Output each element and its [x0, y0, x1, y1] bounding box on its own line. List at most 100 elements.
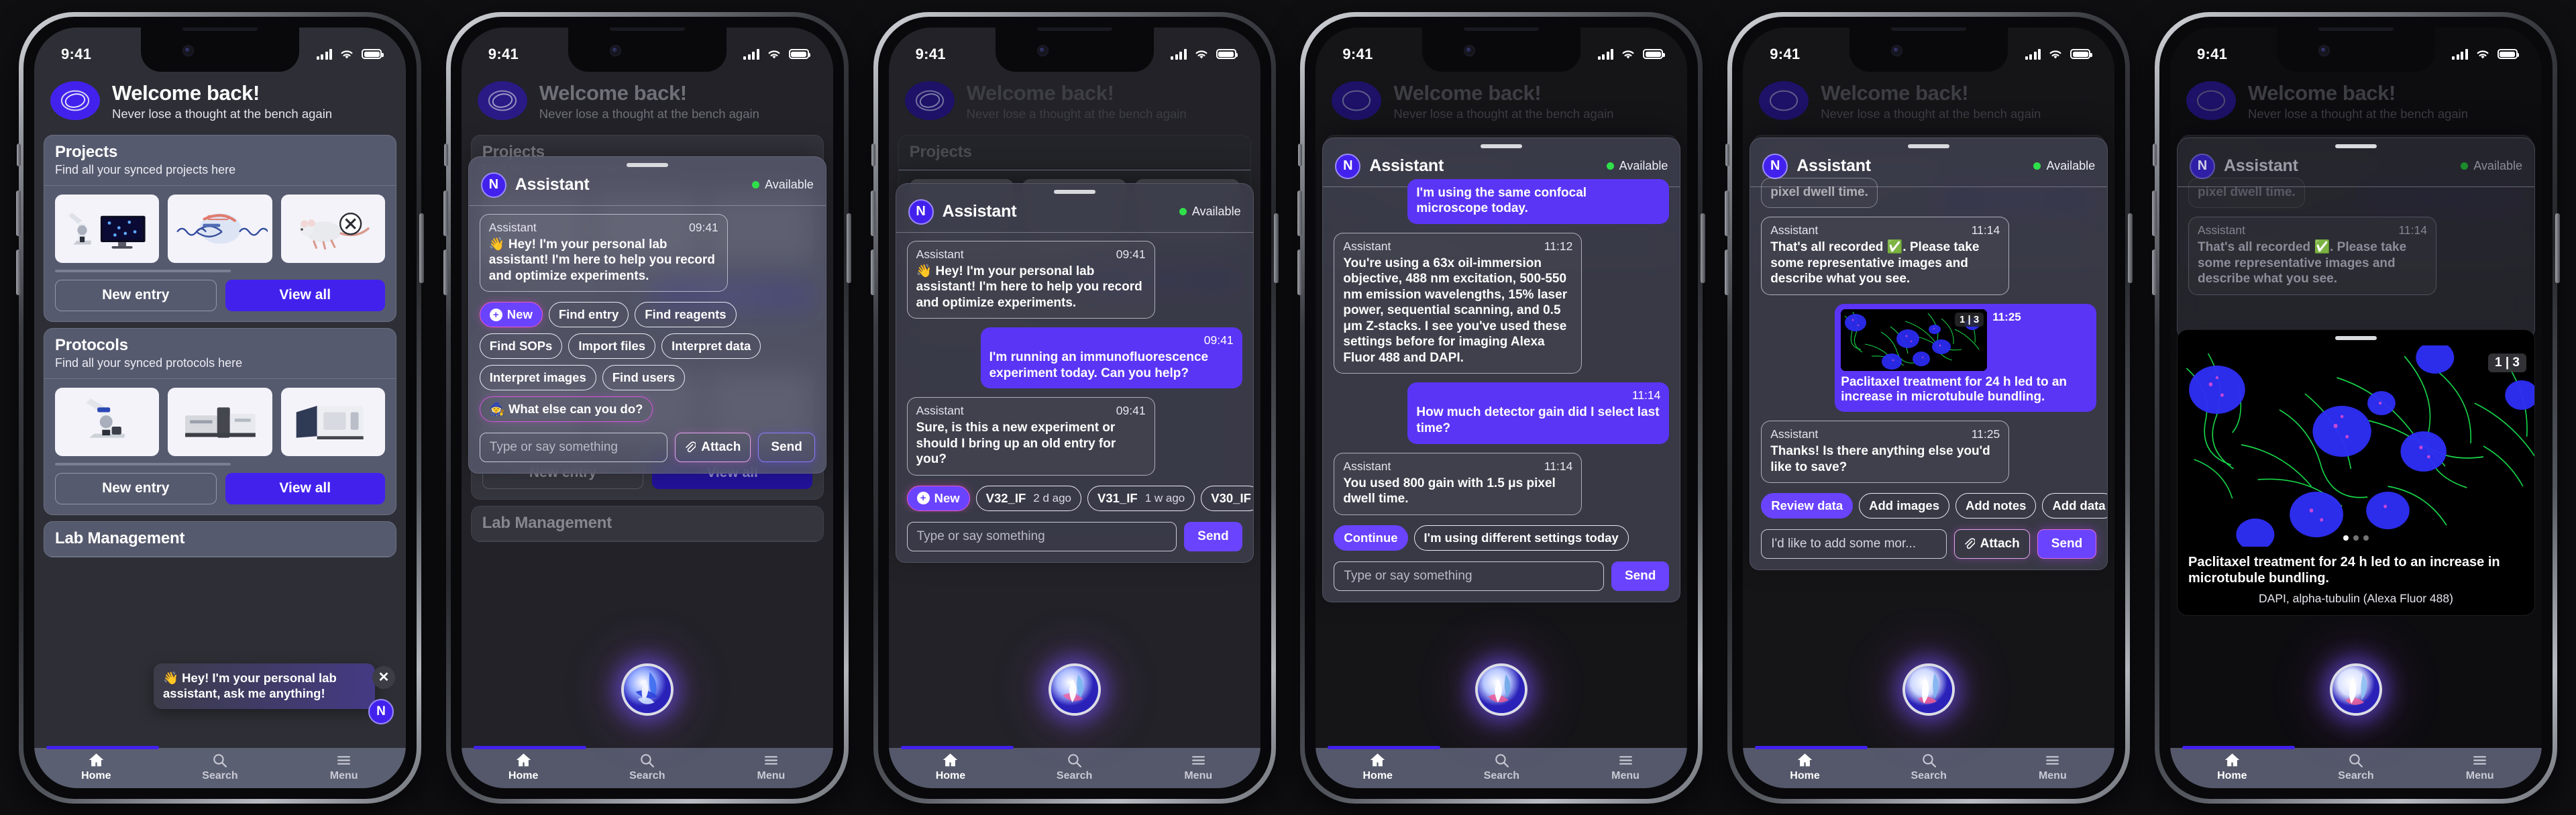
volume-up-button[interactable] — [870, 190, 875, 236]
microscopy-image-thumb[interactable]: 1 | 3 — [1841, 309, 1988, 371]
protocols-new-entry-button[interactable]: New entry — [55, 472, 217, 504]
volume-down-button[interactable] — [16, 249, 21, 295]
tab-home[interactable]: Home — [1743, 752, 1866, 782]
chip-interpret-data[interactable]: Interpret data — [661, 333, 761, 360]
flow-cytometer-thumb[interactable] — [168, 387, 272, 456]
power-button[interactable] — [2128, 213, 2133, 283]
volume-down-button[interactable] — [1297, 249, 1303, 295]
message-bubble-user-image[interactable]: 1 | 3 11:25 Paclitaxel treatment for 24 … — [1835, 303, 2097, 413]
send-button[interactable]: Send — [2037, 529, 2097, 559]
tab-search[interactable]: Search — [159, 752, 282, 782]
close-icon[interactable]: ✕ — [372, 665, 395, 689]
power-button[interactable] — [1701, 213, 1706, 283]
chip-what-else-can-you-do[interactable]: 🧙 What else can you do? — [479, 396, 653, 423]
tab-home[interactable]: Home — [35, 752, 158, 782]
siri-orb-button[interactable] — [1902, 663, 1955, 716]
chip-interpret-images[interactable]: Interpret images — [479, 365, 596, 391]
chip-entry-v30-if[interactable]: V30_IF — [1201, 485, 1253, 511]
tab-search[interactable]: Search — [2295, 752, 2418, 782]
tab-menu[interactable]: Menu — [282, 752, 405, 782]
image-pagination-dots[interactable] — [2343, 535, 2369, 541]
power-button[interactable] — [1273, 213, 1279, 283]
power-button[interactable] — [419, 213, 424, 283]
projects-view-all-button[interactable]: View all — [225, 279, 385, 311]
tab-home[interactable]: Home — [890, 752, 1012, 782]
chip-different-settings[interactable]: I'm using different settings today — [1413, 525, 1629, 551]
chip-review-data[interactable]: Review data — [1761, 493, 1854, 519]
chip-find-entry[interactable]: Find entry — [548, 302, 629, 328]
chip-add-data[interactable]: Add data — [2042, 493, 2108, 519]
projects-new-entry-button[interactable]: New entry — [55, 279, 217, 311]
power-button[interactable] — [846, 213, 851, 283]
volume-down-button[interactable] — [1725, 249, 1730, 295]
chip-entry-v31-if[interactable]: V31_IF 1 w ago — [1087, 485, 1195, 511]
tab-search[interactable]: Search — [1013, 752, 1136, 782]
volume-down-button[interactable] — [2151, 249, 2157, 295]
dna-plasmid-thumb[interactable] — [168, 194, 272, 263]
volume-up-button[interactable] — [2151, 190, 2157, 236]
confocal-microscope-thumb[interactable] — [55, 387, 160, 456]
volume-down-button[interactable] — [443, 249, 448, 295]
volume-up-button[interactable] — [443, 190, 448, 236]
microscopy-image-full[interactable]: 1 | 3 — [2177, 345, 2534, 547]
tab-search[interactable]: Search — [1868, 752, 1990, 782]
mute-switch[interactable] — [2152, 143, 2157, 166]
siri-orb-button[interactable] — [1475, 663, 1528, 716]
chip-continue[interactable]: Continue — [1334, 525, 1408, 551]
chip-entry-v32-if[interactable]: V32_IF 2 d ago — [975, 485, 1082, 511]
assistant-avatar[interactable]: N — [368, 698, 394, 724]
tab-menu[interactable]: Menu — [1137, 752, 1260, 782]
microscope-workstation-thumb[interactable] — [55, 194, 160, 263]
sheet-drag-handle[interactable] — [2334, 144, 2377, 148]
app-header: Welcome back! Never lose a thought at th… — [34, 72, 406, 129]
mute-switch[interactable] — [1725, 143, 1730, 166]
siri-orb-button[interactable] — [1048, 663, 1101, 716]
chip-import-files[interactable]: Import files — [568, 333, 656, 360]
send-button[interactable]: Send — [1611, 561, 1670, 591]
assistant-toast[interactable]: 👋 Hey! I'm your personal lab assistant, … — [154, 663, 375, 709]
siri-orb-button[interactable] — [2329, 663, 2382, 716]
sheet-drag-handle[interactable] — [1481, 144, 1523, 148]
tab-home[interactable]: Home — [2171, 752, 2294, 782]
mute-switch[interactable] — [1298, 143, 1303, 166]
siri-orb-button[interactable] — [621, 663, 674, 716]
sheet-drag-handle[interactable] — [1053, 189, 1095, 194]
chip-add-notes[interactable]: Add notes — [1955, 493, 2037, 519]
chip-find-reagents[interactable]: Find reagents — [635, 302, 737, 328]
sheet-drag-handle[interactable] — [1908, 144, 1950, 148]
attach-button[interactable]: Attach — [1953, 529, 2030, 559]
tab-menu[interactable]: Menu — [2418, 752, 2541, 782]
mute-switch[interactable] — [871, 143, 875, 166]
sheet-drag-handle[interactable] — [626, 162, 668, 167]
mute-switch[interactable] — [17, 143, 21, 166]
tab-menu[interactable]: Menu — [710, 752, 833, 782]
message-input[interactable]: I'd like to add some mor... — [1761, 529, 1947, 559]
protocols-view-all-button[interactable]: View all — [225, 472, 385, 504]
tab-search[interactable]: Search — [1440, 752, 1563, 782]
tab-menu[interactable]: Menu — [1991, 752, 2114, 782]
send-button[interactable]: Send — [1184, 521, 1242, 551]
chip-find-users[interactable]: Find users — [602, 365, 686, 391]
tab-search[interactable]: Search — [586, 752, 708, 782]
tab-menu[interactable]: Menu — [1564, 752, 1687, 782]
tab-home[interactable]: Home — [1316, 752, 1439, 782]
attach-button[interactable]: Attach — [675, 433, 751, 463]
sequencer-thumb[interactable] — [280, 387, 385, 456]
chip-add-images[interactable]: Add images — [1859, 493, 1949, 519]
mouse-knockout-thumb[interactable] — [280, 194, 385, 263]
volume-up-button[interactable] — [1297, 190, 1303, 236]
volume-up-button[interactable] — [16, 190, 21, 236]
volume-up-button[interactable] — [1725, 190, 1730, 236]
chip-new[interactable]: + New — [479, 302, 543, 328]
chip-new[interactable]: + New — [906, 485, 970, 511]
message-input[interactable]: Type or say something — [479, 433, 668, 463]
tab-home[interactable]: Home — [462, 752, 585, 782]
volume-down-button[interactable] — [870, 249, 875, 295]
power-button[interactable] — [2555, 213, 2560, 283]
mute-switch[interactable] — [443, 143, 448, 166]
message-input[interactable]: Type or say something — [906, 521, 1177, 551]
message-input[interactable]: Type or say something — [1334, 561, 1604, 591]
chip-find-sops[interactable]: Find SOPs — [479, 333, 563, 360]
send-button[interactable]: Send — [758, 433, 815, 463]
viewer-drag-handle[interactable] — [2334, 335, 2377, 340]
